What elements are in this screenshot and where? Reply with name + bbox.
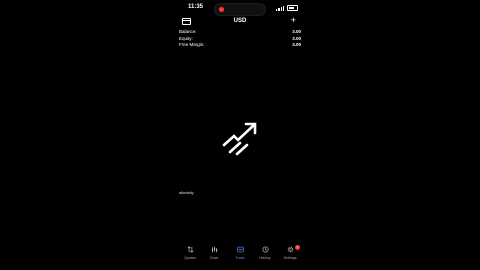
chart-icon — [211, 246, 217, 253]
tab-label: Trade — [235, 256, 245, 260]
status-icons — [276, 5, 298, 11]
page-title: USD — [233, 18, 247, 24]
settings-icon — [287, 246, 293, 253]
account-summary: Balance: 3.00 Equity: 3.00 Free Margin: … — [179, 29, 301, 49]
trade-icon — [236, 246, 244, 253]
dynamic-island — [214, 3, 266, 16]
tab-label: Chart — [209, 256, 219, 260]
recording-indicator-icon — [219, 7, 224, 12]
tab-settings[interactable]: 1 Settings — [278, 245, 302, 260]
watermark-text: albetaliy — [179, 190, 194, 195]
tab-chart[interactable]: Chart — [202, 246, 226, 260]
tab-trade[interactable]: Trade — [228, 246, 252, 260]
tab-history[interactable]: History — [253, 246, 277, 260]
add-icon[interactable]: + — [291, 16, 296, 25]
status-time: 11:35 — [188, 4, 204, 10]
phone-screen: 11:35 USD + Balance: 3.00 Equity: 3.00 F… — [174, 0, 306, 270]
history-icon — [261, 246, 269, 253]
tab-label: History — [259, 256, 271, 260]
status-bar: 11:35 — [174, 2, 306, 16]
tab-label: Settings — [283, 256, 297, 260]
free-margin-value: 3.00 — [292, 42, 301, 47]
quotes-icon — [186, 246, 194, 253]
account-row-free-margin: Free Margin: 3.00 — [179, 42, 301, 49]
free-margin-label: Free Margin: — [179, 42, 205, 47]
header: USD + — [174, 16, 306, 28]
tab-quotes[interactable]: Quotes — [178, 246, 202, 260]
tab-bar: Quotes Chart Trade History 1 Settings — [174, 242, 306, 270]
trend-arrow-logo-icon — [222, 122, 257, 156]
signal-icon — [276, 5, 284, 11]
settings-badge: 1 — [295, 245, 300, 250]
battery-icon — [287, 5, 298, 11]
tab-label: Quotes — [184, 256, 196, 260]
